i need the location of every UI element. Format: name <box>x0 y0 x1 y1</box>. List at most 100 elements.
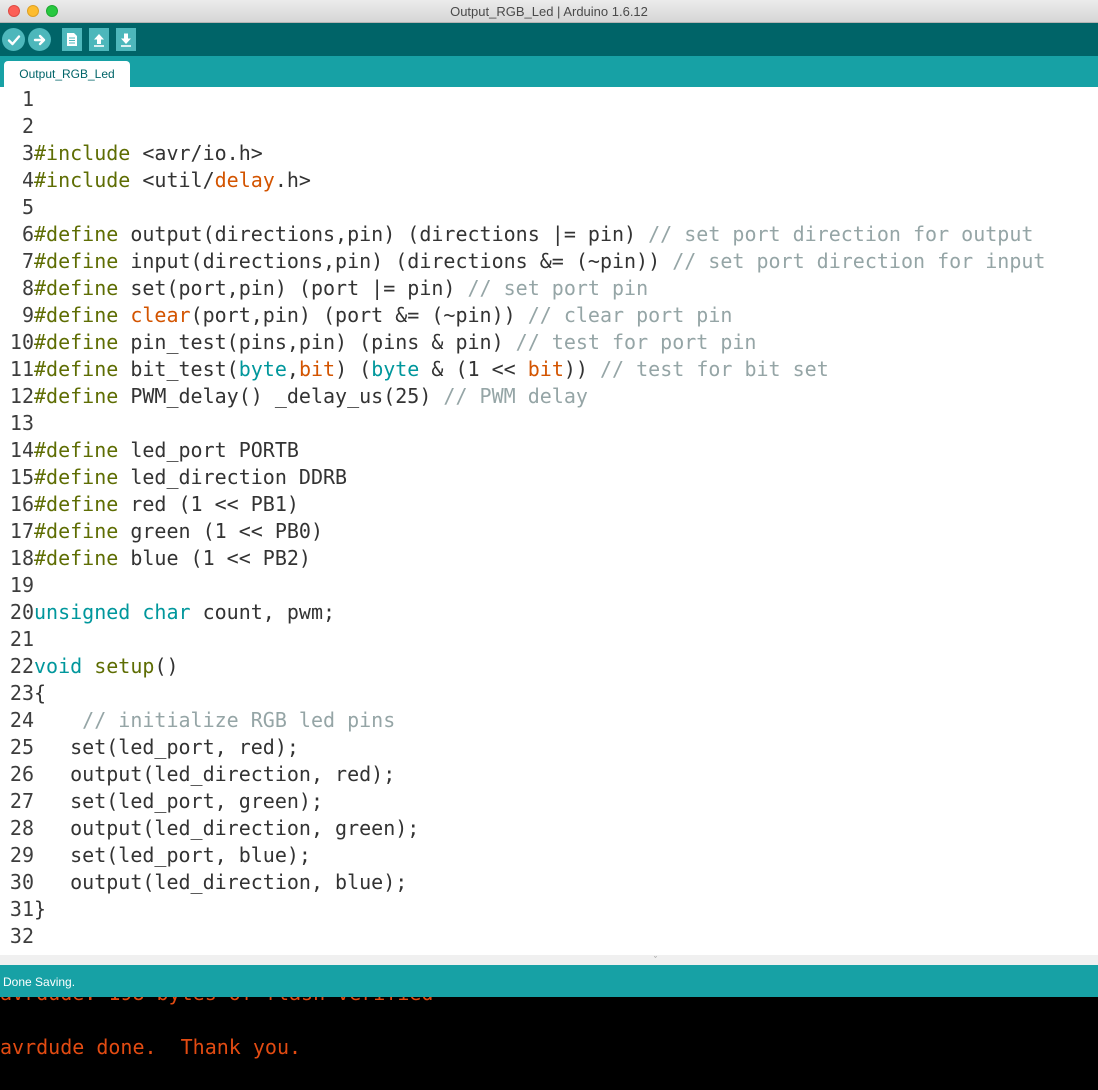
code-line[interactable]: 7#define input(directions,pin) (directio… <box>0 248 1046 275</box>
code-line[interactable]: 31} <box>0 896 46 923</box>
code-line[interactable]: 10#define pin_test(pins,pin) (pins & pin… <box>0 329 757 356</box>
code-line[interactable]: 3#include <avr/io.h> <box>0 140 263 167</box>
code-line[interactable]: 9#define clear(port,pin) (port &= (~pin)… <box>0 302 732 329</box>
code-line[interactable]: 27 set(led_port, green); <box>0 788 323 815</box>
status-message: Done Saving. <box>3 975 76 989</box>
code-token: bit <box>527 357 564 381</box>
code-token: pin_test(pins,pin) (pins & pin) <box>118 330 516 354</box>
code-line[interactable]: 5 <box>0 194 34 221</box>
code-line[interactable]: 14#define led_port PORTB <box>0 437 299 464</box>
line-number: 4 <box>21 168 34 192</box>
code-line[interactable]: 13 <box>0 410 34 437</box>
code-token: led_direction DDRB <box>118 465 348 489</box>
code-token: } <box>34 897 47 921</box>
code-line[interactable]: 1 <box>0 87 34 113</box>
code-token: #define <box>34 438 119 462</box>
code-token: unsigned <box>34 600 131 624</box>
line-number: 29 <box>9 843 34 867</box>
code-line[interactable]: 29 set(led_port, blue); <box>0 842 311 869</box>
code-token: , <box>286 357 299 381</box>
new-sketch-button[interactable] <box>62 28 82 51</box>
code-token: delay <box>214 168 275 192</box>
code-token: #define <box>34 519 119 543</box>
tab-output-rgb-led[interactable]: Output_RGB_Led <box>4 61 130 87</box>
code-token: set(led_port, blue); <box>34 843 311 867</box>
code-text: #define set(port,pin) (port |= pin) // s… <box>34 275 648 302</box>
code-text: } <box>34 896 46 923</box>
code-line[interactable]: 6#define output(directions,pin) (directi… <box>0 221 1033 248</box>
window-title: Output_RGB_Led | Arduino 1.6.12 <box>450 4 648 19</box>
code-token: )) <box>563 357 600 381</box>
verify-button[interactable] <box>2 28 25 51</box>
arrow-down-icon <box>121 33 131 47</box>
checkmark-icon <box>7 34 20 45</box>
line-number: 12 <box>9 384 34 408</box>
code-token: count, pwm; <box>190 600 336 624</box>
code-line[interactable]: 23{ <box>0 680 46 707</box>
code-token: bit_test( <box>118 357 239 381</box>
status-bar: Done Saving. <box>0 965 1098 997</box>
code-text: #define blue (1 << PB2) <box>34 545 311 572</box>
code-text: #define led_direction DDRB <box>34 464 347 491</box>
console-output[interactable]: avrdude: 198 bytes of flash verified avr… <box>0 997 1098 1090</box>
code-line[interactable]: 24 // initialize RGB led pins <box>0 707 395 734</box>
code-line[interactable]: 17#define green (1 << PB0) <box>0 518 323 545</box>
code-token: clear <box>130 303 191 327</box>
code-token: output(directions,pin) (directions |= pi… <box>118 222 649 246</box>
code-line[interactable]: 28 output(led_direction, green); <box>0 815 419 842</box>
open-sketch-button[interactable] <box>89 28 109 51</box>
code-token: <util/ <box>130 168 215 192</box>
code-line[interactable]: 30 output(led_direction, blue); <box>0 869 407 896</box>
line-number: 3 <box>21 141 34 165</box>
code-line[interactable]: 8#define set(port,pin) (port |= pin) // … <box>0 275 648 302</box>
code-line[interactable]: 16#define red (1 << PB1) <box>0 491 299 518</box>
code-line[interactable]: 4#include <util/delay.h> <box>0 167 311 194</box>
code-line[interactable]: 2 <box>0 113 34 140</box>
code-line[interactable]: 11#define bit_test(byte,bit) (byte & (1 … <box>0 356 829 383</box>
code-token: // set port direction for input <box>672 249 1046 273</box>
console-line: avrdude: 198 bytes of flash verified <box>0 997 433 1005</box>
code-token: () <box>154 654 179 678</box>
line-number: 5 <box>21 195 34 219</box>
code-line[interactable]: 18#define blue (1 << PB2) <box>0 545 311 572</box>
code-editor[interactable]: 1 2 3#include <avr/io.h> 4#include <util/de… <box>0 87 1098 955</box>
code-text: #define PWM_delay() _delay_us(25) // PWM… <box>34 383 588 410</box>
editor-console-splitter[interactable]: ˇ <box>0 955 1098 965</box>
line-number: 26 <box>9 762 34 786</box>
code-token: char <box>142 600 191 624</box>
code-text: #define input(directions,pin) (direction… <box>34 248 1045 275</box>
code-text: #define output(directions,pin) (directio… <box>34 221 1033 248</box>
document-icon <box>67 33 77 46</box>
console-line: avrdude done. Thank you. <box>0 1035 302 1059</box>
code-line[interactable]: 26 output(led_direction, red); <box>0 761 395 788</box>
code-text: #define clear(port,pin) (port &= (~pin))… <box>34 302 732 329</box>
code-line[interactable]: 12#define PWM_delay() _delay_us(25) // P… <box>0 383 588 410</box>
code-line[interactable]: 20unsigned char count, pwm; <box>0 599 335 626</box>
code-token: (port,pin) (port &= (~pin)) <box>190 303 528 327</box>
splitter-handle-icon[interactable]: ˇ <box>654 955 657 965</box>
code-line[interactable]: 25 set(led_port, red); <box>0 734 299 761</box>
save-sketch-button[interactable] <box>116 28 136 51</box>
code-token: output(led_direction, blue); <box>34 870 408 894</box>
code-token: & (1 << <box>419 357 528 381</box>
code-token: setup <box>94 654 155 678</box>
arrow-up-icon <box>94 34 104 47</box>
code-token: green (1 << PB0) <box>118 519 323 543</box>
code-line[interactable]: 22void setup() <box>0 653 179 680</box>
code-token: #define <box>34 357 119 381</box>
code-line[interactable]: 15#define led_direction DDRB <box>0 464 347 491</box>
code-line[interactable]: 19 <box>0 572 34 599</box>
toolbar <box>0 23 1098 56</box>
code-text: #include <util/delay.h> <box>34 167 311 194</box>
code-token: void <box>34 654 83 678</box>
code-text: output(led_direction, green); <box>34 815 419 842</box>
line-number: 20 <box>9 600 34 624</box>
code-token: red (1 << PB1) <box>118 492 299 516</box>
code-token: set(led_port, green); <box>34 789 323 813</box>
upload-button[interactable] <box>28 28 51 51</box>
line-number: 2 <box>21 114 34 138</box>
code-line[interactable]: 32 <box>0 923 34 950</box>
code-line[interactable]: 21 <box>0 626 34 653</box>
